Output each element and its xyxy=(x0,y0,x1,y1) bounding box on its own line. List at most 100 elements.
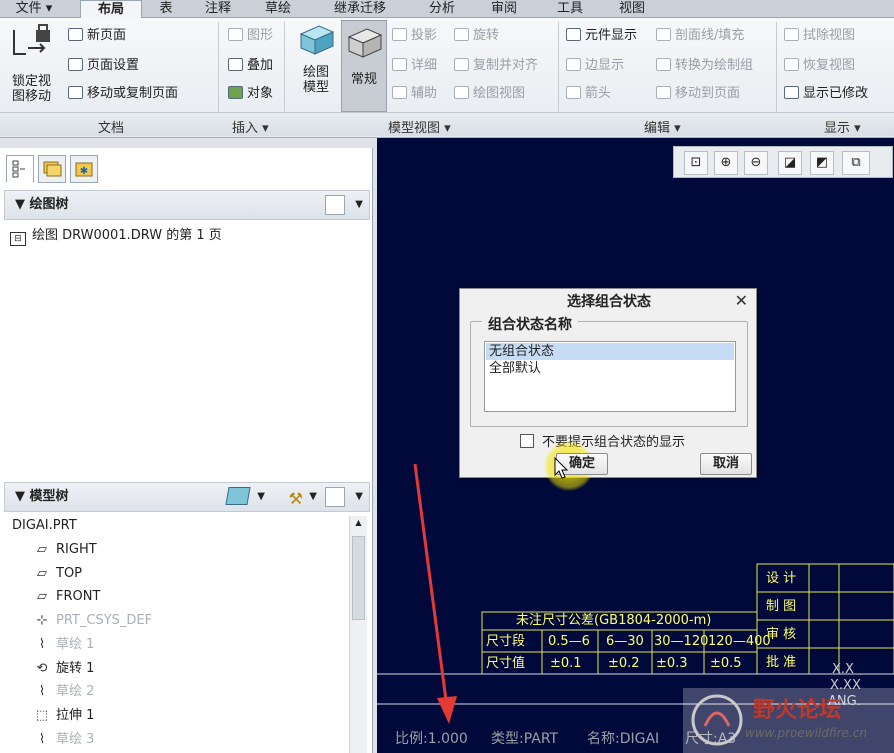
erase-view-button[interactable]: 拭除视图 xyxy=(784,28,855,44)
group-edit-label[interactable]: 编辑 ▾ xyxy=(644,117,681,136)
chevron-down-icon[interactable]: ▼ xyxy=(355,483,363,511)
arrow-label: 箭头 xyxy=(585,86,612,101)
detail-button[interactable]: 详细 xyxy=(392,58,437,74)
detail-label: 详细 xyxy=(411,58,438,73)
tab-analysis[interactable]: 分析 xyxy=(416,0,468,18)
tools-icon[interactable]: ⚒ xyxy=(289,485,303,513)
section-line-button[interactable]: 剖面线/填充 xyxy=(656,28,744,44)
type-readout: 类型:PART xyxy=(491,731,559,747)
object-button[interactable]: 对象 xyxy=(228,86,273,102)
tab-folder-browser[interactable] xyxy=(38,155,66,183)
combined-state-list[interactable]: 无组合状态 全部默认 xyxy=(484,341,736,412)
drawing-model-button[interactable]: 绘图模型 xyxy=(294,22,338,108)
watermark-logo-icon xyxy=(691,694,743,746)
refit-icon[interactable]: ⊡ xyxy=(684,151,708,175)
chevron-down-icon[interactable]: ▼ xyxy=(309,483,317,511)
group-display-label[interactable]: 显示 ▾ xyxy=(824,117,861,136)
model-tree-item[interactable]: ⌇ 草绘 3 xyxy=(34,731,95,749)
component-display-button[interactable]: 元件显示 xyxy=(566,28,637,44)
drawing-view-button[interactable]: 绘图视图 xyxy=(454,86,525,102)
arrow-button[interactable]: 箭头 xyxy=(566,86,611,102)
overlay-button[interactable]: 叠加 xyxy=(228,58,273,74)
auxiliary-button[interactable]: 辅助 xyxy=(392,86,437,102)
tab-legacy-migration[interactable]: 继承迁移 xyxy=(318,0,402,18)
rotate-button[interactable]: 旋转 xyxy=(454,28,499,44)
model-tree-item[interactable]: ⌇ 草绘 1 xyxy=(34,636,95,654)
page-setup-label: 页面设置 xyxy=(87,58,140,73)
zoom-out-icon[interactable]: ⊖ xyxy=(744,151,768,175)
tree-settings-icon[interactable] xyxy=(325,195,345,215)
object-icon xyxy=(228,86,243,99)
chevron-down-icon[interactable]: ▼ xyxy=(355,191,363,219)
collapse-triangle-icon[interactable]: ▼ xyxy=(15,197,30,212)
tab-review[interactable]: 审阅 xyxy=(478,0,530,18)
chevron-down-icon[interactable]: ▼ xyxy=(257,483,265,511)
model-tree-item[interactable]: ▱ FRONT xyxy=(34,588,100,606)
tab-layout[interactable]: 布局 xyxy=(80,0,142,18)
drawing-tree-header[interactable]: ▼ 绘图树 ▼ xyxy=(4,190,370,220)
object-label: 对象 xyxy=(247,86,274,101)
drawing-tree-item[interactable]: ⊟ 绘图 DRW0001.DRW 的第 1 页 xyxy=(10,227,222,246)
collapse-triangle-icon[interactable]: ▼ xyxy=(15,489,30,504)
ribbon-group-labels: 文档 插入 ▾ 模型视图 ▾ 编辑 ▾ 显示 ▾ xyxy=(0,112,894,136)
projection-button[interactable]: 投影 xyxy=(392,28,437,44)
model-tree-item[interactable]: ⬚ 拉伸 1 xyxy=(34,707,95,725)
signature-label: 制 图 xyxy=(766,599,797,614)
model-tree-item[interactable]: ⌇ 草绘 2 xyxy=(34,683,95,701)
close-icon[interactable]: ✕ xyxy=(735,291,748,310)
display-style-icon[interactable]: ◩ xyxy=(810,151,834,175)
copy-align-button[interactable]: 复制并对齐 xyxy=(454,58,538,74)
move-copy-page-label: 移动或复制页面 xyxy=(87,86,179,101)
annotation-display-icon[interactable]: ⧉ xyxy=(842,151,870,175)
model-tree-title: 模型树 xyxy=(29,489,69,504)
size-value-cell: ±0.1 xyxy=(550,656,582,671)
zoom-in-icon[interactable]: ⊕ xyxy=(714,151,738,175)
view-toolbar: ⊡ ⊕ ⊖ ◪ ◩ ⧉ xyxy=(673,146,893,178)
page-setup-button[interactable]: 页面设置 xyxy=(68,58,139,74)
tab-sketch[interactable]: 草绘 xyxy=(252,0,304,18)
move-to-page-button[interactable]: 移动到页面 xyxy=(656,86,740,102)
dont-prompt-checkbox[interactable] xyxy=(520,434,534,448)
signature-label: 设 计 xyxy=(766,571,797,586)
tab-view[interactable]: 视图 xyxy=(606,0,658,18)
list-item[interactable]: 无组合状态 xyxy=(486,343,734,360)
tab-table[interactable]: 表 xyxy=(146,0,186,18)
tab-favorites[interactable]: ✱ xyxy=(70,155,98,183)
scrollbar-thumb[interactable] xyxy=(352,536,365,620)
size-value-cell: ±0.2 xyxy=(608,656,640,671)
group-insert-label[interactable]: 插入 ▾ xyxy=(232,117,269,136)
drawing-tree-item-label: 绘图 DRW0001.DRW 的第 1 页 xyxy=(32,228,222,243)
tab-file[interactable]: 文件 ▾ xyxy=(2,0,66,18)
model-tree-header[interactable]: ▼ 模型树 ▼ ⚒ ▼ ▼ xyxy=(4,482,370,512)
general-view-button[interactable]: 常规 xyxy=(341,20,387,112)
show-modified-button[interactable]: 显示已修改 xyxy=(784,86,894,102)
new-page-button[interactable]: 新页面 xyxy=(68,28,126,44)
model-tree-item[interactable]: ⊹ PRT_CSYS_DEF xyxy=(34,612,153,630)
list-item[interactable]: 全部默认 xyxy=(486,360,734,377)
restore-view-button[interactable]: 恢复视图 xyxy=(784,58,855,74)
tab-tools[interactable]: 工具 xyxy=(544,0,596,18)
tab-annotate[interactable]: 注释 xyxy=(192,0,244,18)
cancel-button[interactable]: 取消 xyxy=(700,453,752,475)
model-tree-item[interactable]: ▱ RIGHT xyxy=(34,541,97,559)
model-tree-item[interactable]: ▱ TOP xyxy=(34,565,82,583)
edge-display-button[interactable]: 边显示 xyxy=(566,58,624,74)
group-model-views-label[interactable]: 模型视图 ▾ xyxy=(388,117,451,136)
model-tree-root[interactable]: DIGAI.PRT xyxy=(12,517,77,535)
lock-view-move-button[interactable]: 锁定视图移动 xyxy=(12,74,60,104)
tab-model-tree[interactable] xyxy=(6,155,34,183)
scale-readout[interactable]: 比例:1.000 xyxy=(395,725,468,753)
move-copy-page-button[interactable]: 移动或复制页面 xyxy=(68,86,178,102)
model-tree-item[interactable]: ⟲ 旋转 1 xyxy=(34,660,95,678)
graphics-button[interactable]: 图形 xyxy=(228,28,273,44)
datum-plane-icon: ▱ xyxy=(37,565,47,581)
size-value-cell: ±0.5 xyxy=(710,656,742,671)
repaint-icon[interactable]: ◪ xyxy=(778,151,802,175)
model-display-icon[interactable] xyxy=(225,487,251,505)
size-range-cell: 30—120 xyxy=(654,634,709,649)
model-tree-scrollbar[interactable]: ▲ xyxy=(349,516,367,753)
convert-draw-group-button[interactable]: 转换为绘制组 xyxy=(656,58,753,74)
ribbon-tab-bar: 文件 ▾ 布局 表 注释 草绘 继承迁移 分析 审阅 工具 视图 xyxy=(0,0,894,18)
tree-settings-icon[interactable] xyxy=(325,487,345,507)
scroll-up-icon[interactable]: ▲ xyxy=(352,518,365,530)
